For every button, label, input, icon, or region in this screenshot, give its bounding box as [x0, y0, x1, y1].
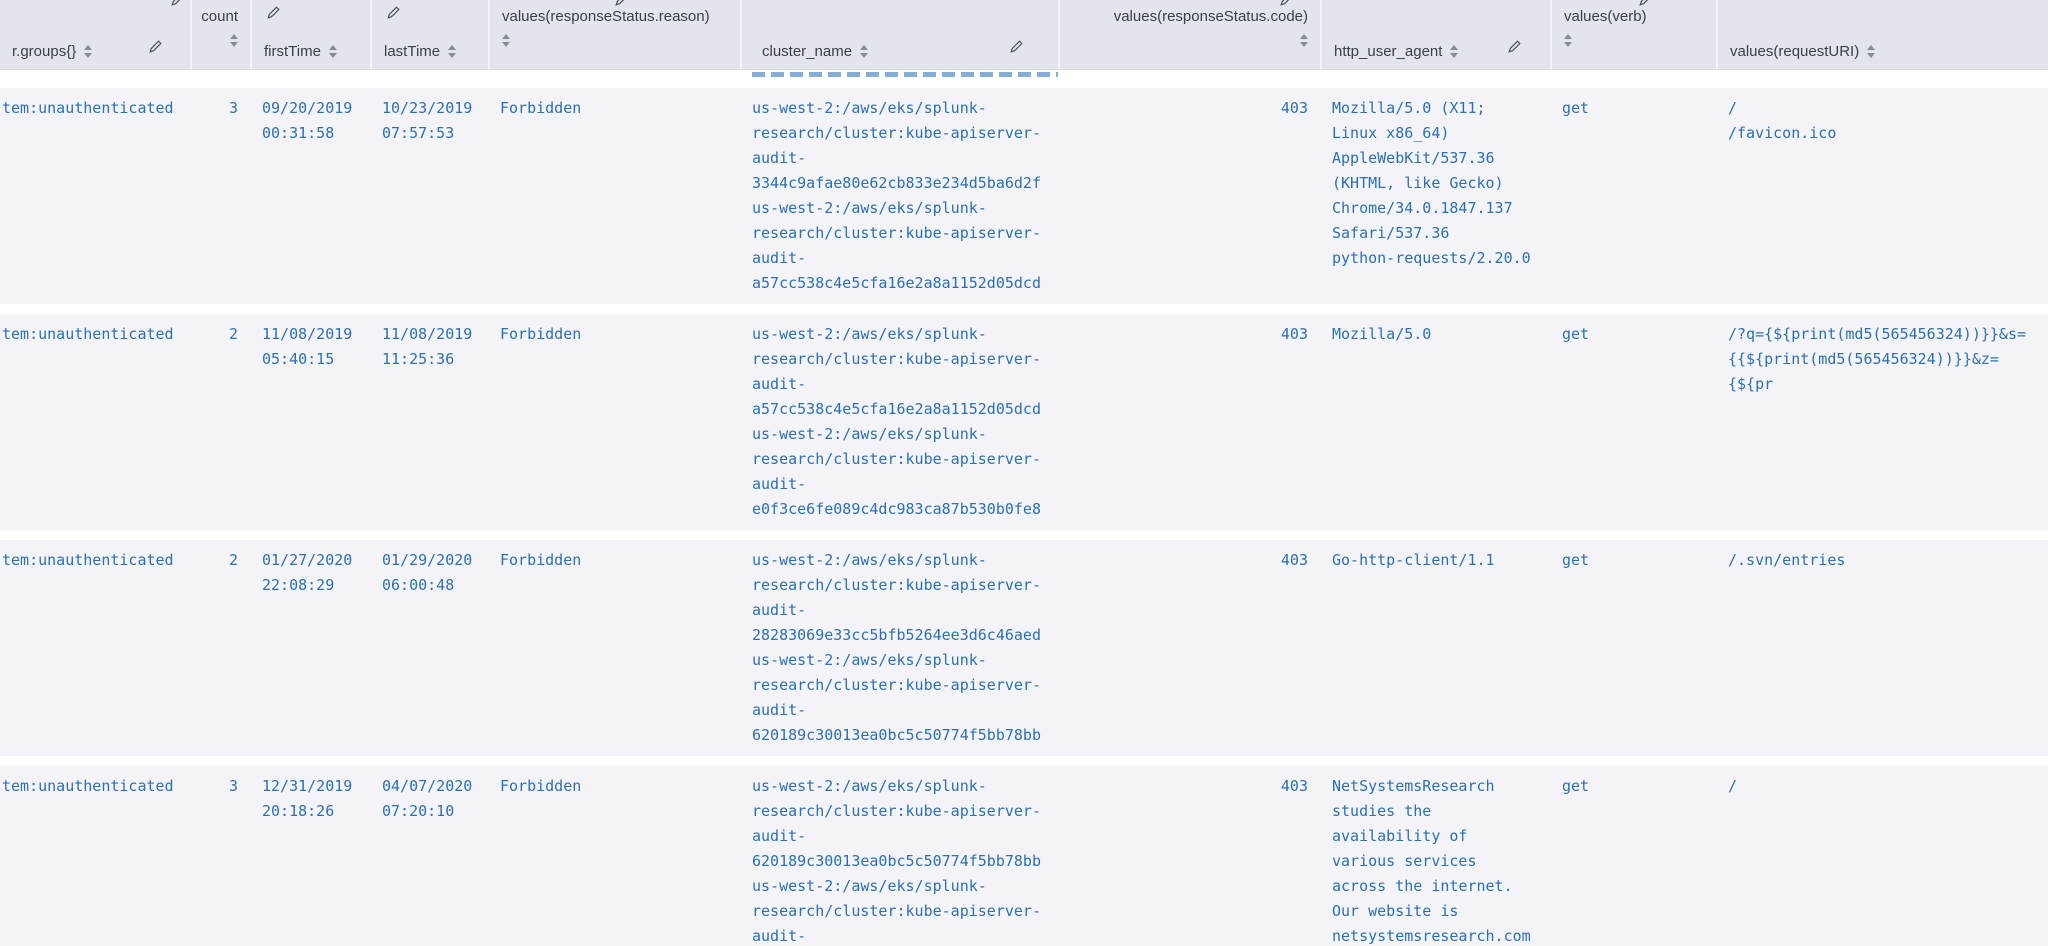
- col-label-firsttime: firstTime: [264, 43, 321, 60]
- cell-count[interactable]: 2: [190, 322, 250, 522]
- col-header-lasttime[interactable]: lastTime: [370, 0, 488, 70]
- sort-icon[interactable]: [1450, 45, 1458, 58]
- cell-firsttime[interactable]: 12/31/2019 20:18:26: [250, 774, 370, 946]
- cell-cluster-name[interactable]: us-west-2:/aws/eks/splunk-research/clust…: [740, 322, 1058, 522]
- table-row: tem:unauthenticated 3 09/20/2019 00:31:5…: [0, 88, 2048, 304]
- cell-groups[interactable]: tem:unauthenticated: [0, 96, 190, 296]
- col-header-response-code[interactable]: values(responseStatus.code): [1058, 0, 1320, 70]
- cell-lasttime[interactable]: 01/29/2020 06:00:48: [370, 548, 488, 748]
- cell-lasttime[interactable]: 11/08/2019 11:25:36: [370, 322, 488, 522]
- cell-response-code[interactable]: 403: [1058, 322, 1320, 522]
- cell-count[interactable]: 2: [190, 548, 250, 748]
- clipped-row-remnant: [752, 72, 1058, 77]
- sort-icon[interactable]: [230, 34, 238, 47]
- col-label-cluster-name: cluster_name: [762, 43, 852, 60]
- cell-request-uri[interactable]: /?q={${print(md5(565456324))}}&s={{${pri…: [1716, 322, 2048, 522]
- col-header-firsttime[interactable]: firstTime: [250, 0, 370, 70]
- cell-verb[interactable]: get: [1550, 774, 1716, 946]
- col-label-request-uri: values(requestURI): [1730, 43, 1859, 60]
- col-label-user-agent: http_user_agent: [1334, 43, 1442, 60]
- cell-request-uri[interactable]: /: [1716, 774, 2048, 946]
- cell-reason[interactable]: Forbidden: [488, 548, 740, 748]
- col-header-cluster-name[interactable]: cluster_name: [740, 0, 1058, 70]
- cell-cluster-name[interactable]: us-west-2:/aws/eks/splunk-research/clust…: [740, 96, 1058, 296]
- cell-verb[interactable]: get: [1550, 322, 1716, 522]
- cell-firsttime[interactable]: 01/27/2020 22:08:29: [250, 548, 370, 748]
- table-header: r.groups{} count firstTime lastT: [0, 0, 2048, 70]
- sort-icon[interactable]: [1867, 45, 1875, 58]
- col-header-count[interactable]: count: [190, 0, 250, 70]
- cell-lasttime[interactable]: 04/07/2020 07:20:10: [370, 774, 488, 946]
- cell-groups[interactable]: tem:unauthenticated: [0, 774, 190, 946]
- col-label-verb: values(verb): [1564, 8, 1647, 25]
- cell-count[interactable]: 3: [190, 774, 250, 946]
- cell-firsttime[interactable]: 11/08/2019 05:40:15: [250, 322, 370, 522]
- edit-pencil-icon-clipped[interactable]: [170, 0, 185, 11]
- cell-count[interactable]: 3: [190, 96, 250, 296]
- cell-user-agent[interactable]: Mozilla/5.0: [1320, 322, 1550, 522]
- cell-request-uri[interactable]: / /favicon.ico: [1716, 96, 2048, 296]
- cell-user-agent[interactable]: NetSystemsResearch studies the availabil…: [1320, 774, 1550, 946]
- col-header-request-uri[interactable]: values(requestURI): [1716, 0, 2048, 70]
- cell-lasttime[interactable]: 10/23/2019 07:57:53: [370, 96, 488, 296]
- edit-pencil-icon[interactable]: [386, 5, 401, 24]
- sort-icon[interactable]: [1300, 34, 1308, 47]
- cell-user-agent[interactable]: Go-http-client/1.1: [1320, 548, 1550, 748]
- cell-reason[interactable]: Forbidden: [488, 96, 740, 296]
- cell-verb[interactable]: get: [1550, 548, 1716, 748]
- cell-user-agent[interactable]: Mozilla/5.0 (X11; Linux x86_64) AppleWeb…: [1320, 96, 1550, 296]
- results-table-body: tem:unauthenticated 3 09/20/2019 00:31:5…: [0, 88, 2048, 946]
- cell-groups[interactable]: tem:unauthenticated: [0, 322, 190, 522]
- col-label-lasttime: lastTime: [384, 43, 440, 60]
- col-label-response-code: values(responseStatus.code): [1114, 8, 1308, 25]
- sort-icon[interactable]: [329, 45, 337, 58]
- cell-response-code[interactable]: 403: [1058, 774, 1320, 946]
- col-header-verb[interactable]: values(verb): [1550, 0, 1716, 70]
- table-row: tem:unauthenticated 3 12/31/2019 20:18:2…: [0, 766, 2048, 946]
- cell-firsttime[interactable]: 09/20/2019 00:31:58: [250, 96, 370, 296]
- col-label-response-reason: values(responseStatus.reason): [502, 8, 710, 25]
- edit-pencil-icon[interactable]: [148, 39, 163, 58]
- sort-icon[interactable]: [1564, 34, 1572, 47]
- cell-groups[interactable]: tem:unauthenticated: [0, 548, 190, 748]
- cell-response-code[interactable]: 403: [1058, 96, 1320, 296]
- edit-pencil-icon[interactable]: [266, 5, 281, 24]
- edit-pencil-icon[interactable]: [1009, 39, 1024, 58]
- cell-cluster-name[interactable]: us-west-2:/aws/eks/splunk-research/clust…: [740, 774, 1058, 946]
- cell-cluster-name[interactable]: us-west-2:/aws/eks/splunk-research/clust…: [740, 548, 1058, 748]
- table-row: tem:unauthenticated 2 11/08/2019 05:40:1…: [0, 314, 2048, 530]
- table-row: tem:unauthenticated 2 01/27/2020 22:08:2…: [0, 540, 2048, 756]
- col-header-groups[interactable]: r.groups{}: [0, 0, 190, 70]
- cell-reason[interactable]: Forbidden: [488, 774, 740, 946]
- sort-icon[interactable]: [84, 45, 92, 58]
- col-header-response-reason[interactable]: values(responseStatus.reason): [488, 0, 740, 70]
- col-header-user-agent[interactable]: http_user_agent: [1320, 0, 1550, 70]
- cell-response-code[interactable]: 403: [1058, 548, 1320, 748]
- sort-icon[interactable]: [502, 34, 510, 47]
- edit-pencil-icon[interactable]: [1507, 39, 1522, 58]
- sort-icon[interactable]: [448, 45, 456, 58]
- sort-icon[interactable]: [860, 45, 868, 58]
- cell-verb[interactable]: get: [1550, 96, 1716, 296]
- cell-reason[interactable]: Forbidden: [488, 322, 740, 522]
- col-label-groups: r.groups{}: [12, 43, 76, 60]
- cell-request-uri[interactable]: /.svn/entries: [1716, 548, 2048, 748]
- col-label-count: count: [201, 8, 238, 25]
